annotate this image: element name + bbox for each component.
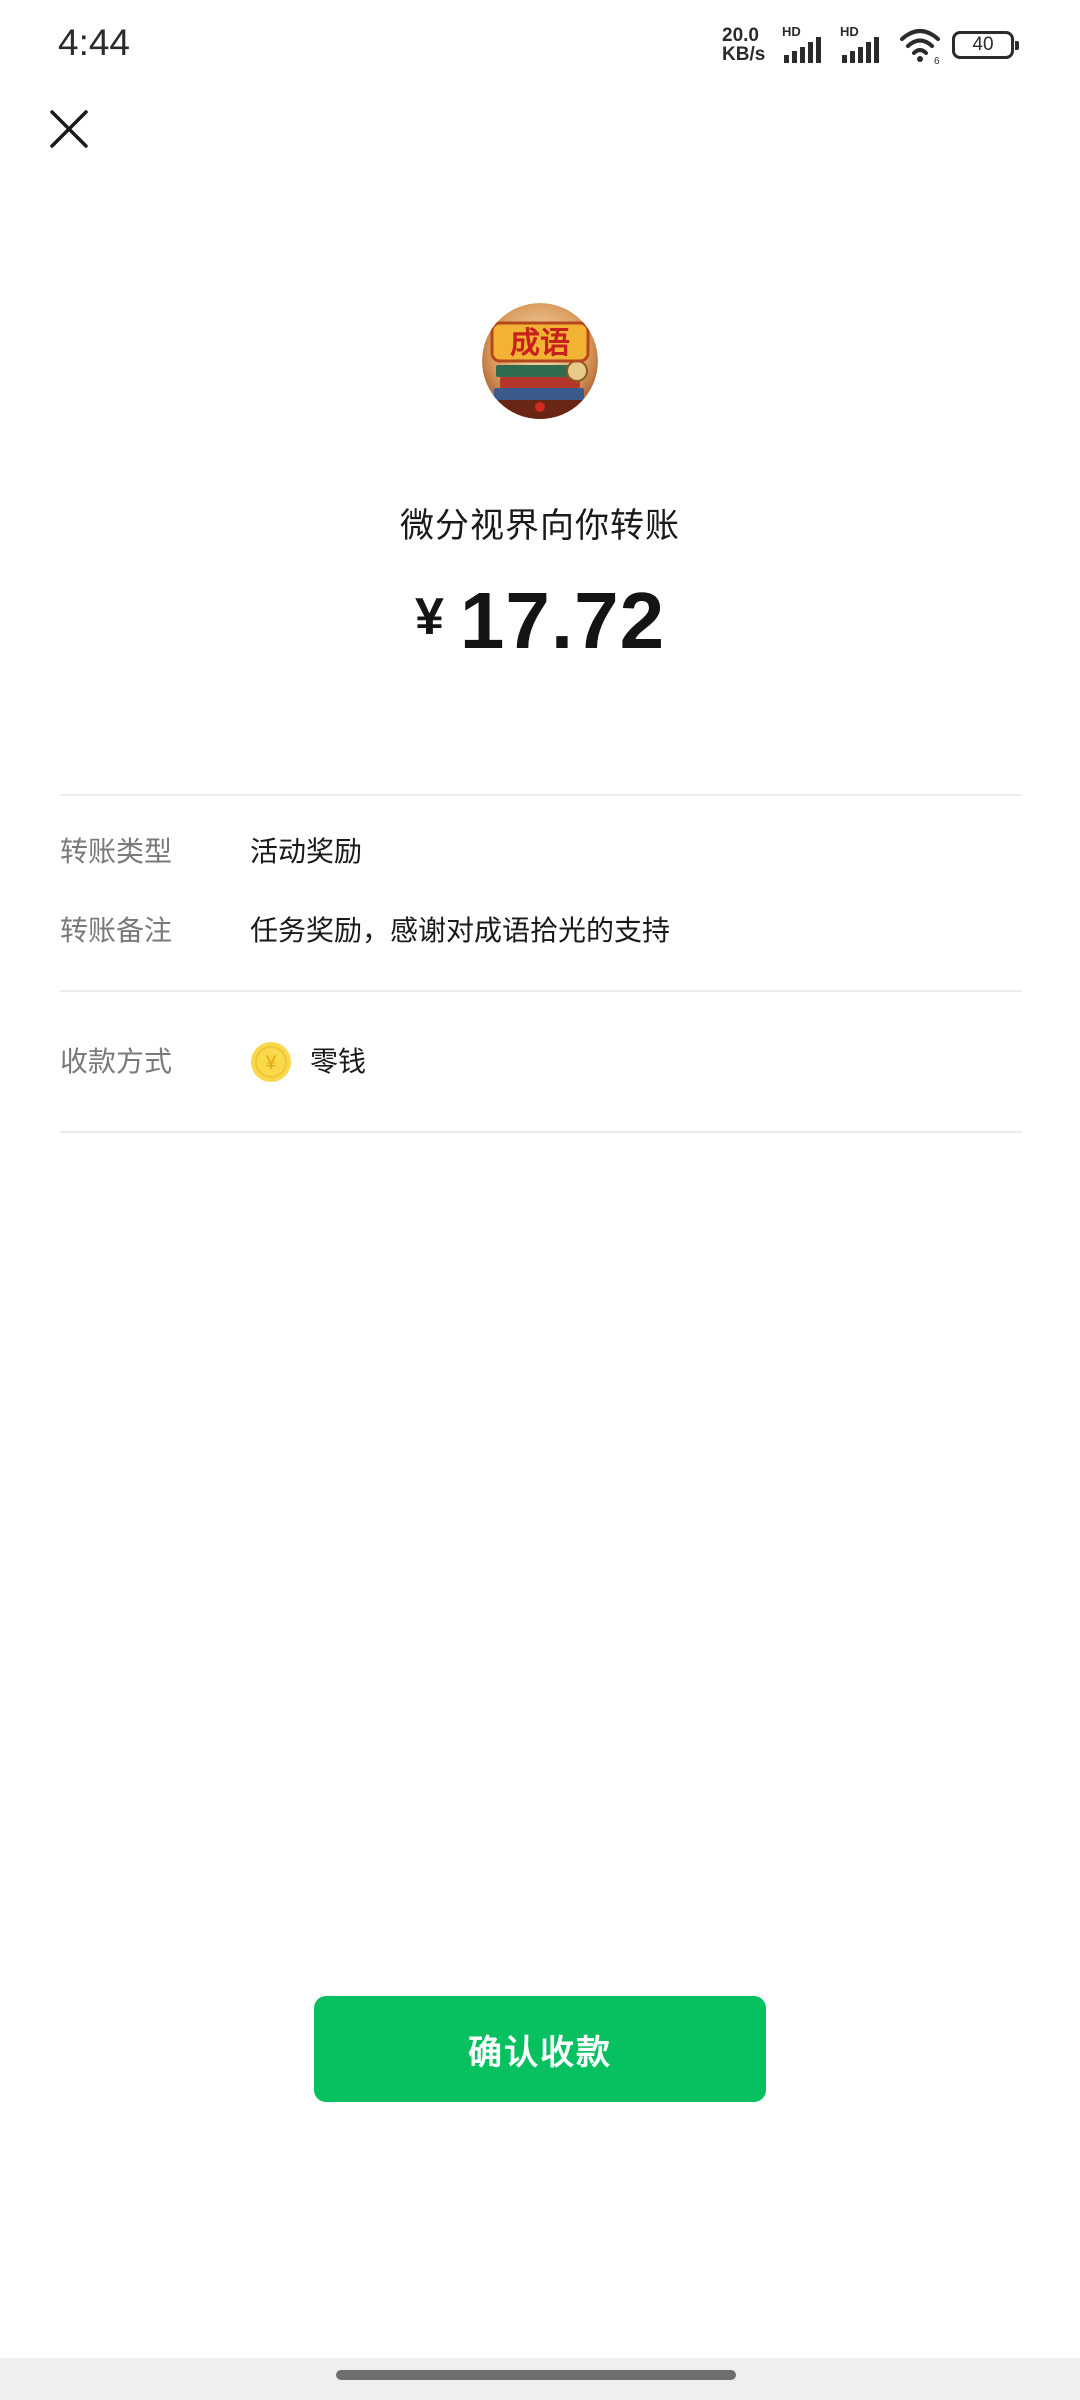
transfer-receive-page: 4:44 20.0 KB/s HD HD 6 40 成语 微分视界向你转账 ¥ … [0,0,1080,2400]
chengyu-avatar-icon: 成语 [482,303,598,419]
receive-method-value: ¥ 零钱 [250,1040,366,1084]
confirm-receive-button[interactable]: 确认收款 [314,1996,766,2102]
status-time: 4:44 [58,22,131,63]
detail-value: 活动奖励 [250,835,363,868]
detail-label: 转账类型 [60,835,173,868]
network-speed: 20.0 KB/s [722,26,772,64]
svg-text:成语: 成语 [510,326,570,361]
receive-method-row[interactable]: 收款方式 ¥ 零钱 [60,1040,1022,1084]
yuan-coin-icon: ¥ [251,1042,291,1082]
amount-value: 17.72 [459,576,666,665]
gesture-nav-area [0,2358,1080,2400]
network-speed-unit: KB/s [722,44,766,65]
wifi-icon: 6 [900,29,940,65]
receive-method-label: 收款方式 [60,1045,173,1078]
detail-value: 任务奖励，感谢对成语拾光的支持 [250,914,671,947]
detail-row-transfer-type: 转账类型 活动奖励 [60,830,1022,874]
divider [60,1131,1022,1133]
status-bar: 4:44 20.0 KB/s HD HD 6 40 [0,0,1080,92]
payer-avatar: 成语 [482,303,598,419]
status-icons: 20.0 KB/s HD HD 6 40 [722,22,1019,68]
close-icon [50,110,88,148]
close-button[interactable] [40,100,98,158]
sim1-signal-icon: HD [782,25,830,65]
divider [60,794,1022,796]
transfer-amount: ¥17.72 [0,575,1080,667]
divider [60,990,1022,992]
svg-text:6: 6 [934,56,940,65]
battery-level: 40 [972,34,994,55]
payer-transfer-text: 微分视界向你转账 [400,506,680,546]
currency-symbol: ¥ [414,588,444,646]
detail-label: 转账备注 [60,914,173,947]
svg-text:¥: ¥ [265,1053,277,1074]
detail-row-transfer-note: 转账备注 任务奖励，感谢对成语拾光的支持 [60,909,1022,953]
receive-method-name: 零钱 [310,1045,367,1078]
home-indicator[interactable] [336,2370,736,2380]
network-speed-value: 20.0 [722,25,759,46]
sim2-signal-icon: HD [840,25,888,65]
battery-icon: 40 [952,31,1019,59]
